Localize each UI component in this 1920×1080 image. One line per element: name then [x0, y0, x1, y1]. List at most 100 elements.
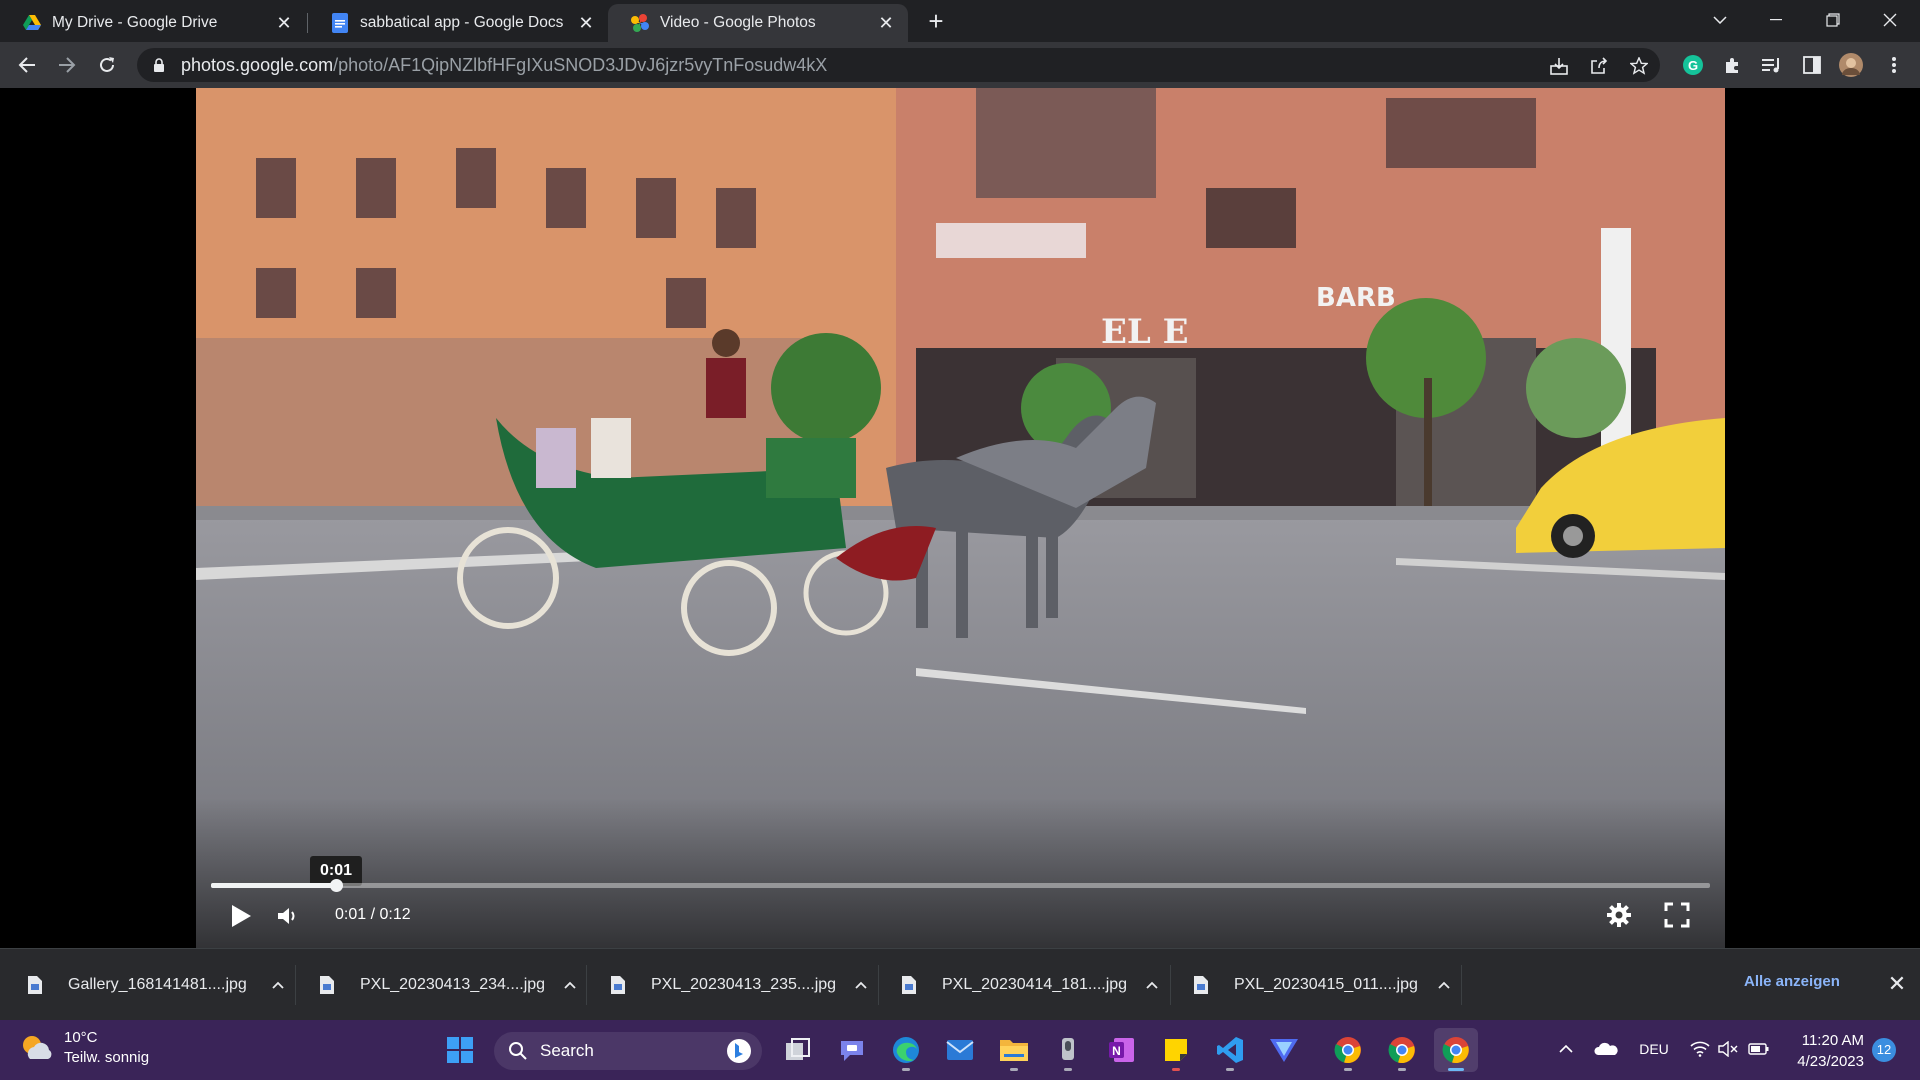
sticky-notes-icon: [1165, 1039, 1187, 1061]
restore-icon[interactable]: [1813, 4, 1853, 36]
close-icon[interactable]: ✕: [274, 13, 294, 33]
wifi-icon[interactable]: [1688, 1036, 1712, 1062]
taskbar-clock[interactable]: 11:20 AM 4/23/2023: [1784, 1030, 1864, 1072]
clock-time: 11:20 AM: [1801, 1032, 1864, 1049]
grammarly-extension-icon[interactable]: G: [1681, 53, 1705, 77]
media-queue-icon[interactable]: [1760, 53, 1784, 77]
bing-icon[interactable]: [726, 1038, 752, 1064]
scrub-handle[interactable]: [330, 879, 343, 892]
download-filename: PXL_20230414_181....jpg: [942, 976, 1128, 993]
file-icon: [26, 974, 44, 996]
google-docs-icon: [330, 13, 350, 33]
file-icon: [318, 974, 336, 996]
forward-arrow-icon[interactable]: [51, 49, 83, 81]
partly-sunny-icon: [23, 1036, 52, 1059]
download-divider: [295, 965, 296, 1005]
volume-muted-icon[interactable]: [1716, 1036, 1740, 1062]
show-all-downloads-link[interactable]: Alle anzeigen: [1744, 973, 1840, 990]
share-icon[interactable]: [1588, 55, 1610, 77]
sign-shop-text: EL E: [1101, 312, 1189, 352]
task-view-icon: [786, 1038, 810, 1060]
clock-date: 4/23/2023: [1797, 1053, 1864, 1070]
task-view-button[interactable]: [776, 1028, 820, 1072]
back-arrow-icon[interactable]: [11, 49, 43, 81]
download-item[interactable]: Gallery_168141481....jpg: [26, 949, 288, 1021]
close-icon[interactable]: ✕: [576, 13, 596, 33]
taskbar-search-box[interactable]: Search: [494, 1032, 762, 1070]
mail-icon: [946, 1040, 974, 1060]
battery-charging-icon[interactable]: [1746, 1036, 1772, 1062]
controls-gradient: [196, 798, 1725, 948]
settings-button[interactable]: [1604, 900, 1634, 930]
fullscreen-icon: [1664, 902, 1690, 928]
download-item[interactable]: PXL_20230413_234....jpg: [318, 949, 580, 1021]
running-indicator: [1172, 1068, 1180, 1071]
tab-google-drive[interactable]: My Drive - Google Drive ✕: [0, 4, 306, 42]
chevron-up-icon[interactable]: [1142, 975, 1162, 995]
new-tab-button[interactable]: +: [922, 8, 950, 36]
file-explorer-app[interactable]: [992, 1028, 1036, 1072]
menu-dots-icon[interactable]: [1882, 53, 1906, 77]
fullscreen-button[interactable]: [1662, 900, 1692, 930]
tab-title: sabbatical app - Google Docs: [360, 14, 564, 31]
mail-app[interactable]: [938, 1028, 982, 1072]
side-panel-icon[interactable]: [1800, 53, 1824, 77]
edge-app[interactable]: [884, 1028, 928, 1072]
video-player[interactable]: BARB EL E 0:01 0:01 / 0:12: [196, 88, 1725, 948]
tab-title: My Drive - Google Drive: [52, 14, 218, 31]
sticky-notes-app[interactable]: [1154, 1028, 1198, 1072]
address-bar[interactable]: photos.google.com/photo/AF1QipNZlbfHFgIX…: [137, 48, 1660, 82]
onenote-app[interactable]: N: [1100, 1028, 1144, 1072]
onedrive-cloud-icon[interactable]: [1592, 1036, 1620, 1062]
chrome-app-1[interactable]: [1326, 1028, 1370, 1072]
extensions-puzzle-icon[interactable]: [1721, 53, 1745, 77]
keyboard-language[interactable]: DEU: [1634, 1036, 1674, 1062]
progress-bar[interactable]: [211, 879, 1710, 892]
install-app-icon[interactable]: [1548, 55, 1570, 77]
url-host: photos.google.com: [181, 54, 334, 75]
bookmark-star-icon[interactable]: [1628, 55, 1650, 77]
download-divider: [878, 965, 879, 1005]
volume-button[interactable]: [275, 903, 301, 929]
microphone-icon: [1062, 1038, 1074, 1060]
search-label: Search: [540, 1041, 594, 1060]
windows-logo-icon: [447, 1037, 473, 1063]
lock-icon[interactable]: [151, 57, 167, 73]
profile-avatar[interactable]: [1839, 53, 1863, 77]
chevron-up-icon[interactable]: [560, 975, 580, 995]
chevron-up-icon[interactable]: [268, 975, 288, 995]
running-indicator: [1010, 1068, 1018, 1071]
voice-recorder-app[interactable]: [1046, 1028, 1090, 1072]
close-icon[interactable]: ✕: [1884, 971, 1910, 997]
chrome-app-2[interactable]: [1380, 1028, 1424, 1072]
reload-icon[interactable]: [91, 49, 123, 81]
download-item[interactable]: PXL_20230414_181....jpg: [900, 949, 1162, 1021]
play-button[interactable]: [226, 901, 256, 931]
running-indicator: [1448, 1068, 1464, 1071]
download-filename: PXL_20230413_235....jpg: [651, 976, 837, 993]
minimize-icon[interactable]: [1756, 4, 1796, 36]
vscode-icon: [1217, 1037, 1243, 1063]
download-item[interactable]: PXL_20230415_011....jpg: [1192, 949, 1454, 1021]
tab-google-photos[interactable]: Video - Google Photos ✕: [608, 4, 908, 42]
start-button[interactable]: [438, 1028, 482, 1072]
tray-overflow-chevron-icon[interactable]: [1554, 1036, 1578, 1062]
notification-count-badge[interactable]: 12: [1872, 1038, 1896, 1062]
download-item[interactable]: PXL_20230413_235....jpg: [609, 949, 871, 1021]
vpn-app[interactable]: [1262, 1028, 1306, 1072]
tab-google-docs[interactable]: sabbatical app - Google Docs ✕: [308, 4, 608, 42]
vscode-app[interactable]: [1208, 1028, 1252, 1072]
close-icon[interactable]: ✕: [876, 13, 896, 33]
window-close-icon[interactable]: [1870, 4, 1910, 36]
weather-widget[interactable]: 10°C Teilw. sonnig: [20, 1028, 149, 1068]
chevron-up-icon[interactable]: [851, 975, 871, 995]
file-icon: [1192, 974, 1210, 996]
file-icon: [900, 974, 918, 996]
tab-search-chevron-icon[interactable]: [1700, 4, 1740, 36]
chat-icon: [841, 1041, 863, 1061]
folder-icon: [1000, 1040, 1028, 1061]
teams-chat-app[interactable]: [830, 1028, 874, 1072]
file-icon: [609, 974, 627, 996]
chrome-app-3[interactable]: [1434, 1028, 1478, 1072]
chevron-up-icon[interactable]: [1434, 975, 1454, 995]
